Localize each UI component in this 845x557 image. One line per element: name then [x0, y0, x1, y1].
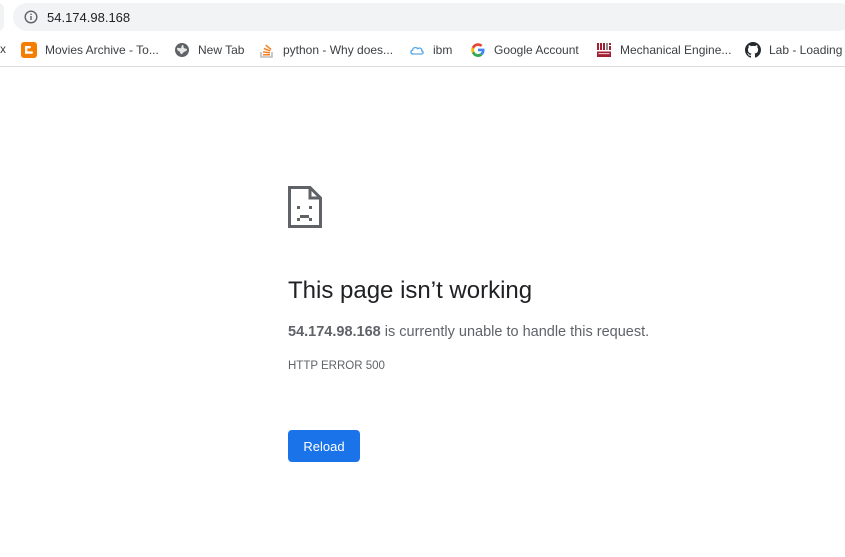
bookmark-mechanical-engineering[interactable]: Mechanical Engine...: [596, 34, 731, 66]
bookmark-label: Movies Archive - To...: [45, 43, 159, 57]
bookmark-label: New Tab: [198, 43, 245, 57]
bookmark-google-account[interactable]: Google Account: [470, 34, 579, 66]
url-text[interactable]: 54.174.98.168: [47, 10, 130, 25]
browser-toolbar: 54.174.98.168: [0, 0, 845, 34]
bookmark-label: Mechanical Engine...: [620, 43, 732, 57]
bookmark-label: ibm: [433, 43, 453, 57]
info-circle-icon[interactable]: [24, 10, 38, 24]
bookmark-label: Google Account: [494, 43, 579, 57]
error-host: 54.174.98.168: [288, 324, 381, 340]
bookmark-lab-loading[interactable]: Lab - Loading: [745, 34, 842, 66]
bookmark-python[interactable]: python - Why does...: [259, 34, 393, 66]
globe-icon: [175, 43, 189, 57]
bookmark-ibm[interactable]: ibm: [409, 34, 452, 66]
cloud-icon: [410, 46, 424, 55]
error-title: This page isn’t working: [288, 277, 533, 304]
bookmark-new-tab[interactable]: New Tab: [174, 34, 244, 66]
sad-page-icon: [288, 186, 322, 228]
blogger-icon: [21, 42, 37, 58]
bookmark-truncated[interactable]: x: [0, 42, 6, 56]
error-message: 54.174.98.168 is currently unable to han…: [288, 322, 649, 342]
error-code: HTTP ERROR 500: [288, 360, 385, 372]
bookmark-movies-archive[interactable]: Movies Archive - To...: [21, 34, 159, 66]
address-bar[interactable]: 54.174.98.168: [13, 3, 845, 31]
error-message-text: is currently unable to handle this reque…: [380, 324, 650, 340]
bookmark-label: python - Why does...: [283, 43, 394, 57]
bookmark-label: Lab - Loading: [769, 43, 843, 57]
bookmarks-bar: x Movies Archive - To... New Tab python …: [0, 34, 845, 67]
github-icon: [745, 42, 761, 58]
google-icon: [471, 43, 485, 57]
stackoverflow-icon: [260, 44, 273, 58]
reload-button[interactable]: Reload: [288, 430, 360, 462]
back-button[interactable]: [0, 3, 4, 31]
mit-ocw-icon: [596, 42, 612, 58]
